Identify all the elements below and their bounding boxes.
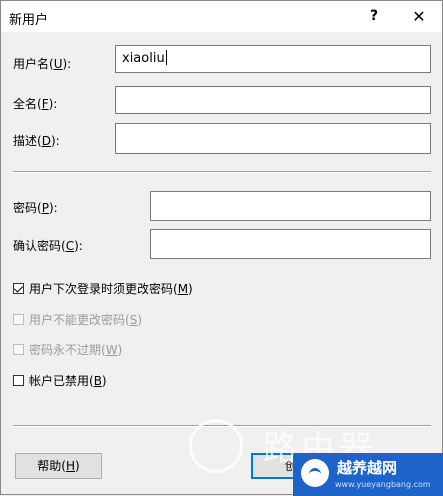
confirm-password-label: 确认密码(C): (13, 239, 83, 253)
close-icon[interactable]: ✕ (401, 1, 437, 32)
watermark-url: www.yueyangbang.com (335, 480, 431, 489)
watermark-logo-icon (189, 419, 243, 473)
checkbox-cannot-change-password[interactable]: 用户不能更改密码(S) (13, 311, 142, 328)
separator-highlight (13, 172, 431, 173)
checkbox-account-disabled[interactable]: 帐户已禁用(B) (13, 372, 107, 389)
password-label: 密码(P): (13, 201, 58, 215)
username-label: 用户名(U): (13, 57, 72, 71)
checkbox-unchecked-icon[interactable] (13, 375, 24, 386)
help-icon[interactable]: ? (357, 1, 391, 32)
new-user-dialog: 新用户 ? ✕ 用户名(U): xiaoliu 全名(F): 描述(D): 密码… (0, 0, 443, 496)
checkbox-label: 用户不能更改密码(S) (29, 313, 142, 327)
watermark-badge: 越养越网 www.yueyangbang.com (293, 453, 443, 496)
checkbox-unchecked-icon[interactable] (13, 344, 24, 355)
title-bar: 新用户 ? ✕ (1, 1, 442, 32)
checkbox-password-never-expires[interactable]: 密码永不过期(W) (13, 341, 122, 358)
checkbox-label: 用户下次登录时须更改密码(M) (29, 282, 193, 296)
checkbox-must-change-password[interactable]: 用户下次登录时须更改密码(M) (13, 280, 193, 297)
checkbox-label: 密码永不过期(W) (29, 343, 123, 357)
checkbox-unchecked-icon[interactable] (13, 314, 24, 325)
checkbox-checked-icon[interactable] (13, 283, 24, 294)
fullname-label: 全名(F): (13, 97, 58, 111)
text-caret (165, 50, 167, 65)
watermark-badge-title: 越养越网 (337, 459, 398, 477)
checkbox-label: 帐户已禁用(B) (29, 374, 107, 388)
fullname-input[interactable] (115, 86, 431, 114)
description-label: 描述(D): (13, 134, 60, 148)
help-button[interactable]: 帮助(H) (15, 453, 102, 479)
password-input[interactable] (150, 191, 431, 221)
wifi-icon (301, 459, 329, 487)
username-input[interactable]: xiaoliu (115, 45, 431, 73)
description-input[interactable] (115, 123, 431, 154)
confirm-password-input[interactable] (150, 229, 431, 259)
window-title: 新用户 (9, 13, 49, 28)
